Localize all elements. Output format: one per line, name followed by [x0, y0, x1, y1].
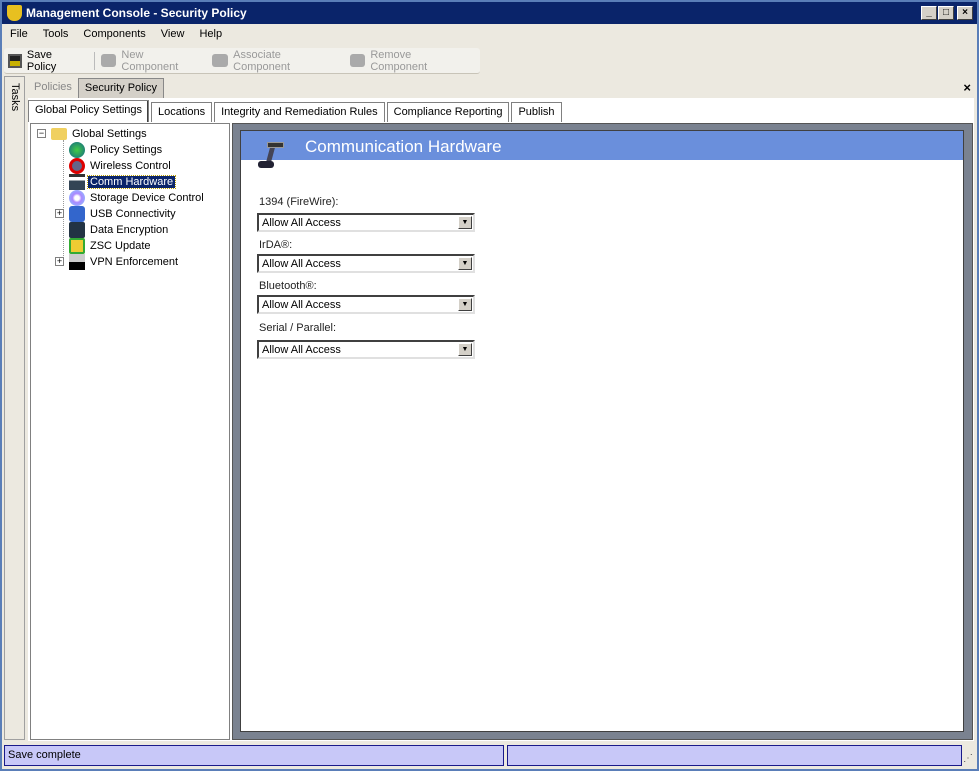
minimize-button[interactable]: _ [921, 6, 937, 20]
irda-select[interactable]: Allow All Access ▼ [257, 254, 475, 273]
serial-parallel-label: Serial / Parallel: [259, 322, 337, 334]
menu-file[interactable]: File [2, 26, 35, 44]
maximize-button[interactable]: □ [938, 6, 954, 20]
settings-tree: − Global Settings Policy Settings Wirele… [30, 123, 230, 740]
document-tabs: Policies Security Policy [28, 78, 165, 98]
tab-policies[interactable]: Policies [28, 78, 78, 98]
firewire-label: 1394 (FireWire): [259, 196, 339, 208]
disc-icon [69, 190, 85, 206]
save-policy-button[interactable]: Save Policy [8, 49, 84, 73]
tree-item-wireless-control[interactable]: Wireless Control [69, 158, 173, 174]
new-component-label: New Component [121, 48, 179, 73]
collapse-global-settings[interactable]: − [37, 129, 46, 138]
title-bar: Management Console - Security Policy [2, 2, 977, 24]
tree-item-vpn-enforcement[interactable]: VPN Enforcement [69, 254, 180, 270]
tree-label: Storage Device Control [90, 192, 204, 204]
update-icon [69, 238, 85, 254]
usb-icon [69, 206, 85, 222]
tree-label: ZSC Update [90, 240, 151, 252]
close-window-button[interactable]: × [957, 6, 973, 20]
tasks-label: Tasks [9, 83, 21, 112]
menu-bar: File Tools Components View Help [2, 26, 229, 44]
status-panel-right [507, 745, 962, 766]
status-bar: Save complete ⋰ [4, 743, 975, 767]
bluetooth-select[interactable]: Allow All Access ▼ [257, 295, 475, 314]
firewire-select[interactable]: Allow All Access ▼ [257, 213, 475, 232]
doc-tab-strip [28, 78, 974, 98]
associate-component-button[interactable]: Associate Component [212, 49, 339, 73]
chevron-down-icon[interactable]: ▼ [458, 298, 472, 311]
remove-component-icon [349, 54, 366, 67]
tree-item-global-settings[interactable]: Global Settings [51, 126, 149, 142]
serial-parallel-value: Allow All Access [262, 344, 341, 356]
panel-title: Communication Hardware [305, 137, 502, 156]
window-title: Management Console - Security Policy [26, 6, 247, 20]
new-component-button[interactable]: New Component [100, 48, 203, 73]
firewire-value: Allow All Access [262, 217, 341, 229]
expand-vpn-enforcement[interactable]: + [55, 257, 64, 266]
associate-component-label: Associate Component [233, 48, 291, 73]
remove-component-button[interactable]: Remove Component [349, 48, 471, 73]
serial-parallel-select[interactable]: Allow All Access ▼ [257, 340, 475, 359]
cable-icon [69, 174, 85, 190]
tab-integrity-remediation[interactable]: Integrity and Remediation Rules [214, 102, 385, 122]
close-tab-button[interactable]: × [963, 80, 971, 95]
app-logo-icon [7, 5, 22, 21]
tree-item-usb-connectivity[interactable]: USB Connectivity [69, 206, 178, 222]
toolbar: Save Policy New Component Associate Comp… [4, 48, 480, 74]
irda-value: Allow All Access [262, 258, 341, 270]
save-icon [8, 53, 22, 68]
tree-label: Data Encryption [90, 224, 169, 236]
tree-line [63, 140, 64, 262]
tab-compliance-reporting[interactable]: Compliance Reporting [386, 102, 510, 122]
globe-icon [69, 142, 85, 158]
resize-grip-icon[interactable]: ⋰ [963, 753, 973, 764]
policy-tabs: Global Policy Settings Locations Integri… [28, 100, 564, 122]
menu-help[interactable]: Help [191, 26, 229, 44]
tree-label: VPN Enforcement [90, 256, 179, 268]
tree-label: Wireless Control [90, 160, 171, 172]
tree-item-storage-device-control[interactable]: Storage Device Control [69, 190, 206, 206]
remove-component-label: Remove Component [370, 48, 428, 73]
menu-view[interactable]: View [153, 26, 192, 44]
folder-icon [51, 128, 67, 140]
tree-item-zsc-update[interactable]: ZSC Update [69, 238, 153, 254]
status-text: Save complete [4, 745, 504, 766]
tree-item-policy-settings[interactable]: Policy Settings [69, 142, 164, 158]
associate-component-icon [212, 54, 229, 67]
encryption-icon [69, 222, 85, 238]
tree-label: USB Connectivity [90, 208, 176, 220]
tree-label: Policy Settings [90, 144, 163, 156]
tree-item-data-encryption[interactable]: Data Encryption [69, 222, 170, 238]
menu-components[interactable]: Components [75, 26, 152, 44]
toolbar-divider [93, 51, 95, 70]
tasks-pane-toggle[interactable]: Tasks [4, 76, 25, 740]
menu-tools[interactable]: Tools [35, 26, 76, 44]
chevron-down-icon[interactable]: ▼ [458, 257, 472, 270]
tree-label: Comm Hardware [86, 175, 177, 189]
new-component-icon [100, 54, 117, 67]
irda-label: IrDA®: [259, 239, 293, 251]
save-policy-label: Save Policy [26, 48, 57, 73]
expand-usb-connectivity[interactable]: + [55, 209, 64, 218]
tab-security-policy[interactable]: Security Policy [77, 78, 165, 98]
comm-hardware-icon [258, 142, 288, 172]
chevron-down-icon[interactable]: ▼ [458, 343, 472, 356]
bluetooth-value: Allow All Access [262, 299, 341, 311]
tab-global-policy-settings[interactable]: Global Policy Settings [28, 100, 149, 122]
tab-locations[interactable]: Locations [151, 102, 213, 122]
wireless-icon [69, 158, 85, 174]
bluetooth-label: Bluetooth®: [259, 280, 317, 292]
chevron-down-icon[interactable]: ▼ [458, 216, 472, 229]
tab-publish[interactable]: Publish [511, 102, 562, 122]
tree-label: Global Settings [72, 128, 147, 140]
tree-item-comm-hardware[interactable]: Comm Hardware [69, 174, 177, 190]
vpn-icon [69, 254, 85, 270]
